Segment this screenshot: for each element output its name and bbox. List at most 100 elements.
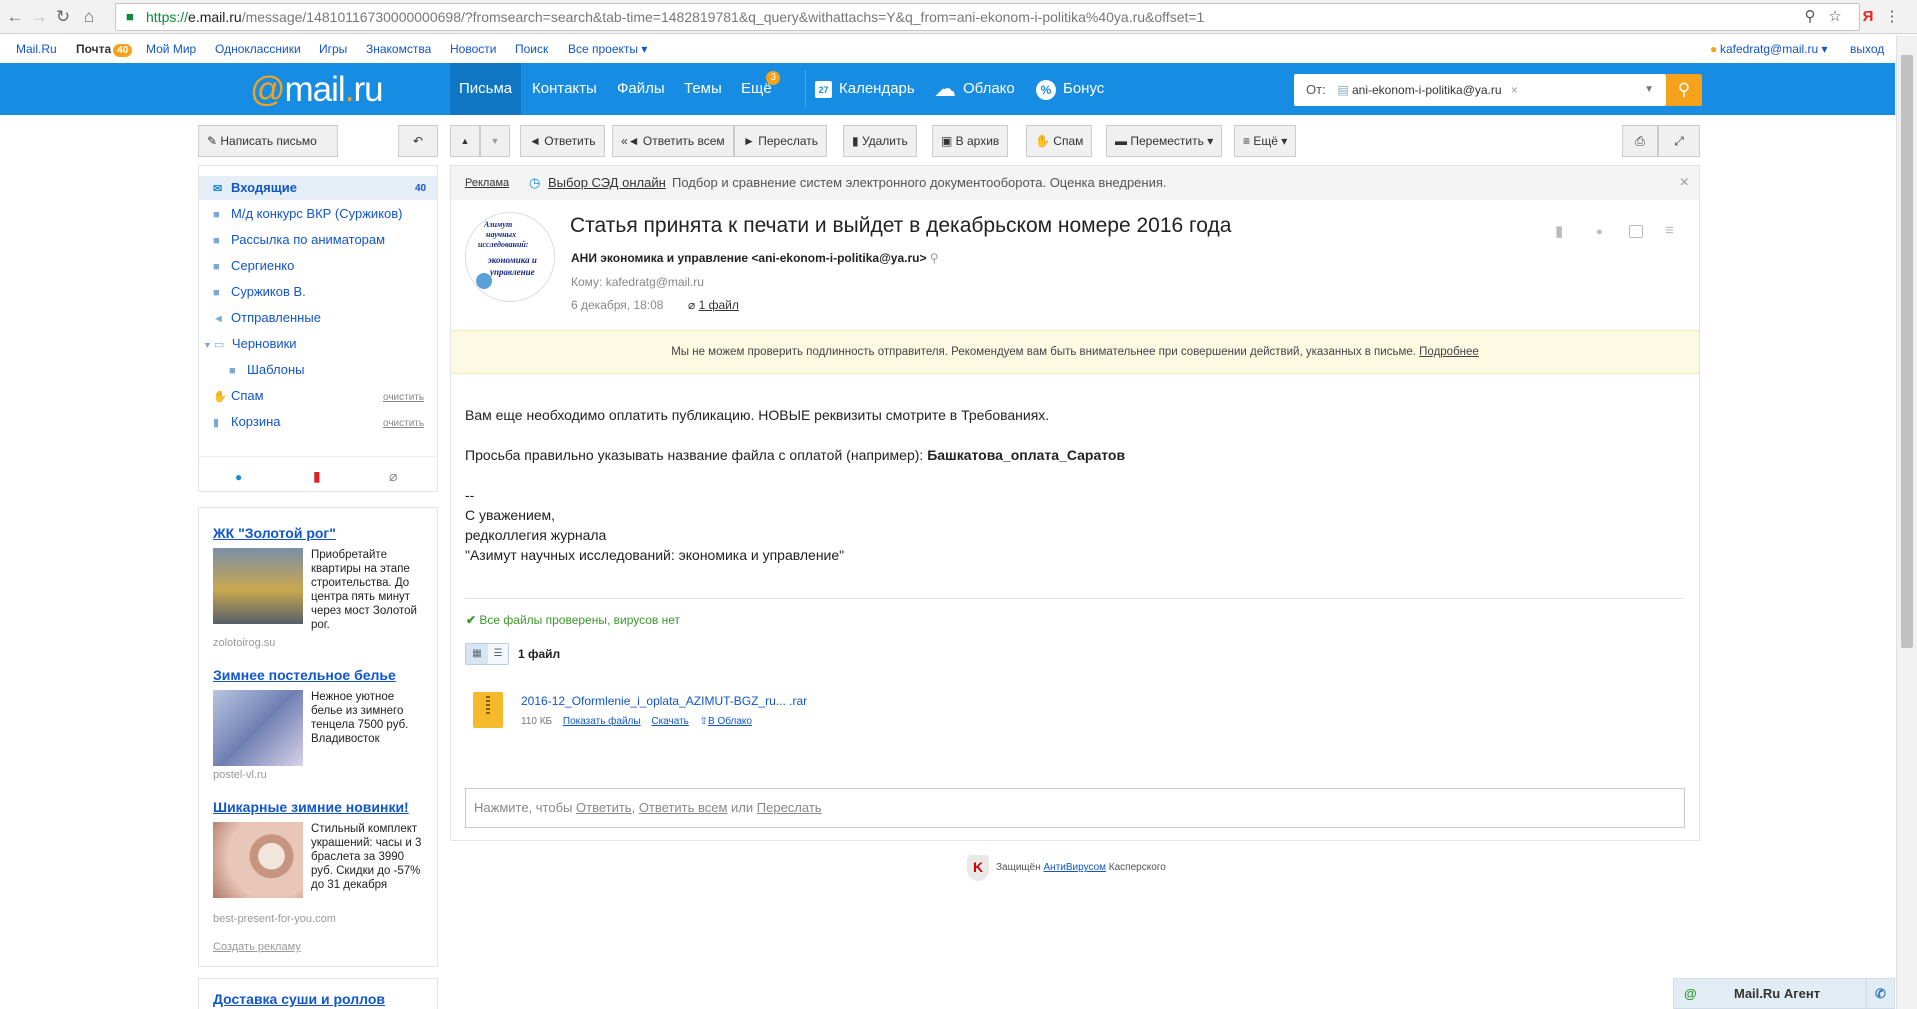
list-view-icon[interactable]: ☰ — [488, 644, 508, 664]
mailru-agent-bar[interactable]: @ Mail.Ru Агент ✆ — [1673, 978, 1895, 1009]
attachment-link[interactable]: ⌀ 1 файл — [688, 298, 739, 312]
show-files-link[interactable]: Показать файлы — [563, 716, 641, 727]
folder-surzhikov[interactable]: ■ Суржиков В. — [213, 284, 306, 299]
message-from[interactable]: АНИ экономика и управление <ani-ekonom-i… — [571, 251, 939, 265]
warning-more-link[interactable]: Подробнее — [1419, 346, 1479, 358]
bookmark-star-icon[interactable]: ☆ — [1825, 6, 1845, 28]
portal-link-search[interactable]: Поиск — [515, 42, 548, 56]
quick-reply-all-link[interactable]: Ответить всем — [639, 800, 728, 815]
delete-button[interactable]: ▮ Удалить — [843, 125, 917, 157]
calendar-link[interactable]: Календарь — [830, 63, 924, 115]
folder-animators[interactable]: ■ Рассылка по аниматорам — [213, 232, 385, 247]
tab-contacts[interactable]: Контакты — [523, 63, 606, 115]
ad-title[interactable]: Шикарные зимние новинки! — [213, 799, 409, 815]
attachment-filter-icon[interactable]: ⌀ — [389, 468, 397, 485]
folder-surzhikov-label: Суржиков В. — [231, 284, 306, 299]
spam-button[interactable]: ✋ Спам — [1026, 125, 1093, 157]
search-icon[interactable]: ⚲ — [1666, 74, 1702, 106]
quick-reply-box[interactable]: Нажмите, чтобы Ответить, Ответить всем и… — [465, 788, 1685, 828]
tab-themes[interactable]: Темы — [675, 63, 731, 115]
menu-icon[interactable]: ⋮ — [1882, 6, 1902, 28]
reply-button[interactable]: ◄ Ответить — [520, 125, 605, 157]
ad-image-buildings[interactable] — [213, 548, 303, 624]
user-account[interactable]: kafedratg@mail.ru ▾ — [1720, 42, 1828, 56]
mailru-logo[interactable]: @mail.ru — [250, 70, 384, 110]
search-dropdown-icon[interactable]: ▼ — [1644, 74, 1654, 106]
cloud-link[interactable]: Облако — [954, 63, 1024, 115]
folder-templates[interactable]: ■ Шаблоны — [229, 362, 305, 377]
compose-button[interactable]: ✎ Написать письмо — [198, 125, 338, 157]
view-toggle[interactable]: ▦ ☰ — [465, 643, 509, 665]
ad-title[interactable]: Зимнее постельное белье — [213, 667, 396, 683]
next-message-button[interactable]: ▼ — [480, 125, 510, 157]
forward-button[interactable]: ► Переслать — [734, 125, 828, 157]
key-icon[interactable]: ⚲ — [1800, 6, 1820, 28]
tab-files[interactable]: Файлы — [608, 63, 674, 115]
archive-file-icon[interactable] — [473, 692, 503, 728]
portal-link-all-projects[interactable]: Все проекты ▾ — [568, 42, 647, 56]
folder-drafts[interactable]: ▼ ▭ Черновики — [203, 336, 297, 351]
folder-inbox[interactable]: ✉ Входящие — [213, 180, 297, 195]
bonus-link[interactable]: Бонус — [1054, 63, 1113, 115]
logout-link[interactable]: выход — [1850, 42, 1884, 56]
save-to-cloud-link[interactable]: В Облако — [708, 716, 752, 727]
flag-icon[interactable]: ▮ — [1555, 222, 1563, 240]
address-bar[interactable]: ■ https://e.mail.ru/message/1481011673000… — [115, 3, 1860, 31]
move-button[interactable]: ▬ Переместить ▾ — [1106, 125, 1223, 157]
ad-title[interactable]: Доставка суши и роллов — [213, 991, 385, 1007]
quick-reply-link[interactable]: Ответить — [576, 800, 632, 815]
trash-clear-link[interactable]: очистить — [383, 418, 424, 429]
sender-avatar[interactable]: Азимут научных исследований: экономика и… — [465, 212, 555, 302]
scrollbar-thumb[interactable] — [1901, 55, 1913, 648]
portal-link-moimir[interactable]: Мой Мир — [146, 42, 196, 56]
portal-link-news[interactable]: Новости — [450, 42, 496, 56]
home-icon[interactable]: ⌂ — [78, 6, 100, 28]
unread-filter-icon[interactable]: ● — [235, 470, 242, 484]
archive-button[interactable]: ▣ В архив — [932, 125, 1009, 157]
folder-trash[interactable]: ▮ Корзина — [213, 414, 281, 429]
search-from-chip[interactable]: ▤ ani-ekonom-i-politika@ya.ru × — [1337, 83, 1518, 97]
portal-link-games[interactable]: Игры — [319, 42, 347, 56]
phone-icon[interactable]: ✆ — [1866, 979, 1894, 1008]
quick-forward-link[interactable]: Переслать — [757, 800, 822, 815]
antivirus-link[interactable]: АнтиВирусом — [1044, 862, 1107, 873]
tab-letters[interactable]: Письма — [450, 63, 522, 115]
reload-icon[interactable]: ↻ — [52, 6, 74, 28]
sponsored-link[interactable]: Выбор СЭД онлайн — [548, 166, 666, 200]
portal-link-ok[interactable]: Одноклассники — [215, 42, 301, 56]
folder-sent[interactable]: ◄ Отправленные — [213, 310, 321, 325]
grid-view-icon[interactable]: ▦ — [466, 644, 488, 664]
reply-all-button[interactable]: «◄ Ответить всем — [612, 125, 734, 157]
sender-search-icon[interactable]: ⚲ — [930, 251, 939, 265]
folder-vkr[interactable]: ■ М/д конкурс ВКР (Суржиков) — [213, 206, 403, 221]
message-menu-icon[interactable]: ≡ — [1665, 222, 1674, 239]
print-button[interactable]: ⎙ — [1622, 125, 1658, 157]
tab-more[interactable]: Ещё 3 — [732, 63, 784, 115]
portal-link-dating[interactable]: Знакомства — [366, 42, 431, 56]
ad-image-bedding[interactable] — [213, 690, 303, 766]
yandex-icon[interactable]: Я — [1858, 6, 1878, 28]
search-input[interactable]: От: ▤ ani-ekonom-i-politika@ya.ru × ▼ — [1294, 74, 1666, 106]
spam-clear-link[interactable]: очистить — [383, 392, 424, 403]
sent-icon: ◄ — [213, 313, 224, 325]
portal-link-pochta[interactable]: Почта 40 — [76, 42, 133, 57]
back-icon[interactable]: ← — [4, 6, 26, 28]
folder-sergienko[interactable]: ■ Сергиенко — [213, 258, 294, 273]
read-status-icon[interactable]: ● — [1596, 226, 1603, 238]
ad-title[interactable]: ЖК "Золотой рог" — [213, 525, 336, 541]
refresh-button[interactable]: ↶ — [398, 125, 438, 157]
flag-filter-icon[interactable]: ▮ — [313, 468, 321, 485]
file-name-link[interactable]: 2016-12_Oformlenie_i_oplata_AZIMUT-BGZ_r… — [521, 694, 807, 708]
download-link[interactable]: Скачать — [651, 716, 689, 727]
create-ad-link[interactable]: Создать рекламу — [213, 941, 301, 953]
close-icon[interactable]: × — [1680, 166, 1689, 200]
search-chip-remove[interactable]: × — [1511, 83, 1518, 97]
portal-link-mailru[interactable]: Mail.Ru — [16, 42, 57, 56]
ad-image-watch[interactable] — [213, 822, 303, 898]
more-button[interactable]: ≡ Ещё ▾ — [1234, 125, 1297, 157]
prev-message-button[interactable]: ▲ — [450, 125, 480, 157]
fullscreen-button[interactable]: ⤢ — [1658, 125, 1700, 157]
calendar-event-icon[interactable] — [1629, 225, 1643, 238]
folder-spam[interactable]: ✋ Спам — [213, 388, 264, 403]
forward-icon[interactable]: → — [28, 6, 50, 28]
